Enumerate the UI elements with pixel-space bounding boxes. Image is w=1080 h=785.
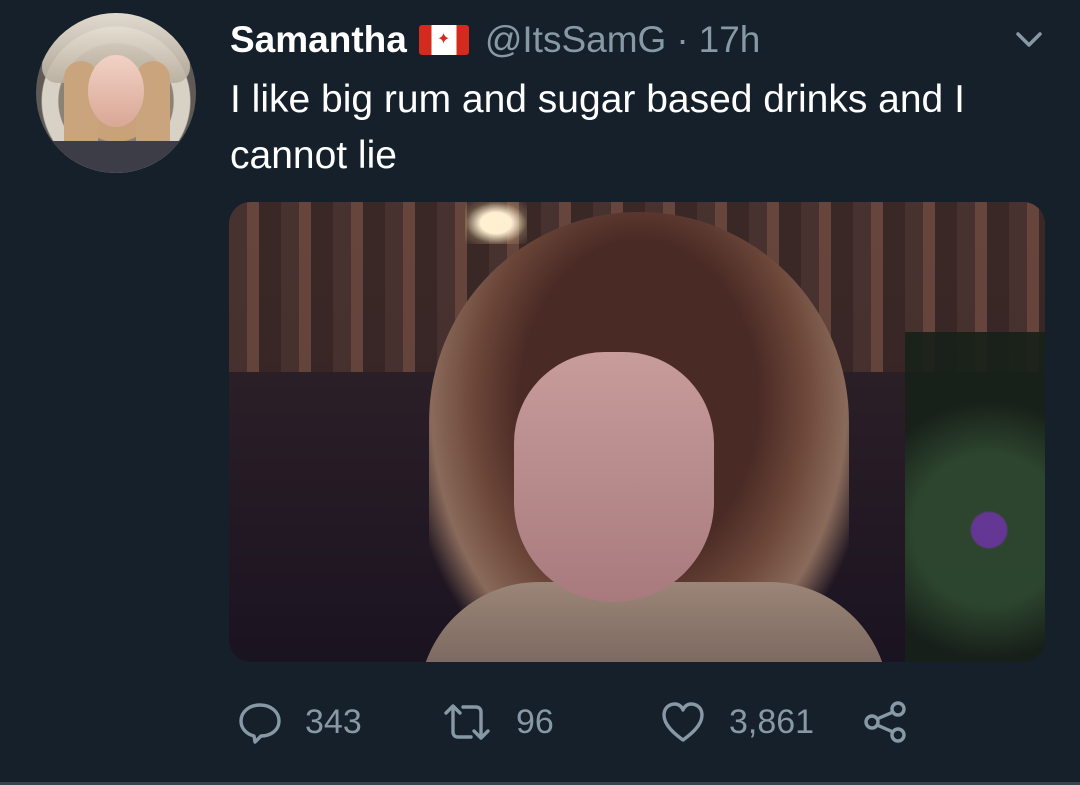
photo-person-shoulders [419, 582, 889, 662]
tweet-text: I like big rum and sugar based drinks an… [230, 78, 965, 177]
avatar[interactable] [36, 13, 196, 173]
tweet-actions: 343 96 3,861 [0, 697, 1080, 747]
avatar-coat [36, 141, 196, 173]
timestamp[interactable]: 17h [699, 18, 761, 62]
reply-count: 343 [305, 703, 362, 741]
author-handle[interactable]: @ItsSamG [485, 18, 666, 62]
like-count: 3,861 [729, 703, 815, 741]
retweet-count: 96 [516, 703, 554, 741]
heart-icon [662, 702, 704, 742]
reply-icon [239, 703, 281, 744]
share-button[interactable] [862, 697, 908, 747]
reply-button[interactable]: 343 [237, 697, 362, 747]
canada-flag-icon: ✦ [418, 25, 469, 55]
tweet-header: Samantha ✦ @ItsSamG · 17h [230, 18, 760, 62]
retweet-icon [444, 704, 490, 740]
photo-person-face [514, 352, 714, 602]
author-name[interactable]: Samantha [230, 18, 407, 62]
retweet-button[interactable]: 96 [440, 697, 554, 747]
photo-lamp [465, 202, 527, 244]
share-icon [864, 701, 906, 743]
tweet-photo[interactable] [229, 202, 1045, 662]
avatar-face [88, 55, 144, 127]
tweet: Samantha ✦ @ItsSamG · 17h I like big rum… [0, 0, 1080, 785]
photo-plants [905, 332, 1045, 662]
like-button[interactable]: 3,861 [659, 697, 814, 747]
chevron-down-icon[interactable] [1012, 22, 1046, 56]
separator-dot: · [676, 19, 689, 60]
